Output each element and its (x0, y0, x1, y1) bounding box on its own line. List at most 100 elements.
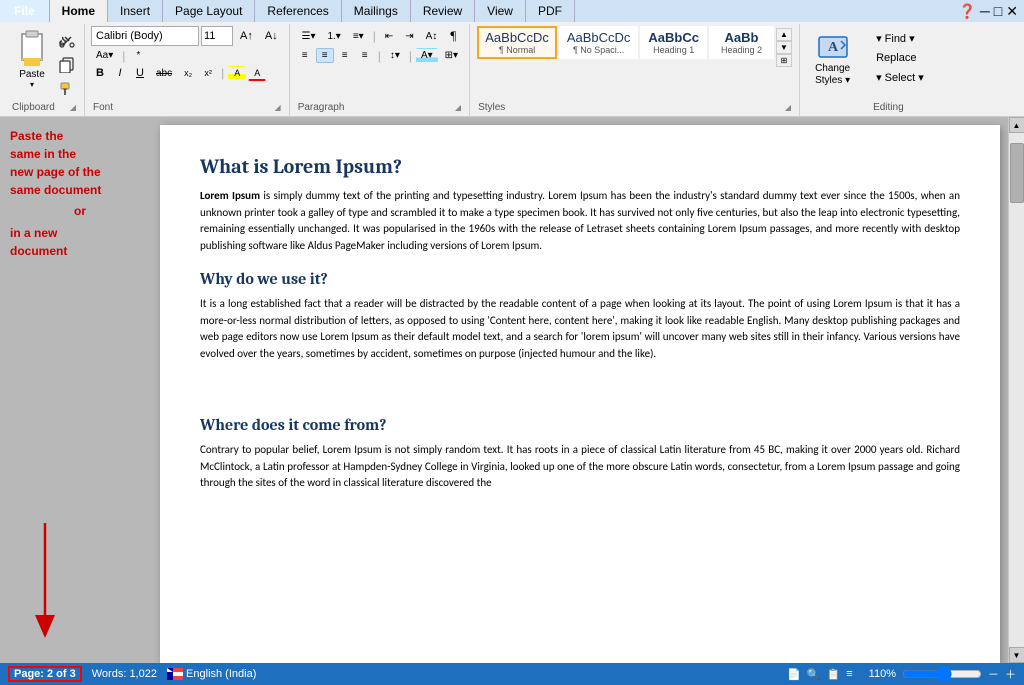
tab-references[interactable]: References (255, 0, 341, 22)
bold-button[interactable]: B (91, 65, 109, 81)
annotation-line5: in a new (10, 226, 57, 240)
styles-expand[interactable]: ◢ (785, 103, 791, 112)
sort-button[interactable]: A↕ (421, 29, 443, 44)
tab-view[interactable]: View (475, 0, 526, 22)
doc-paragraph3: Contrary to popular belief, Lorem Ipsum … (200, 442, 960, 492)
border-button[interactable]: ⊞▾ (440, 48, 463, 63)
font-size-input[interactable] (201, 26, 233, 46)
italic-button[interactable]: I (111, 65, 129, 81)
justify-button[interactable]: ≡ (356, 48, 374, 63)
align-center-button[interactable]: ≡ (316, 48, 334, 63)
superscript-button[interactable]: x² (199, 66, 217, 80)
zoom-out-button[interactable]: － (988, 666, 999, 682)
annotation-line1: Paste the (10, 129, 63, 143)
paste-button[interactable]: Paste ▾ (10, 26, 54, 92)
zoom-in-button[interactable]: ＋ (1005, 666, 1016, 682)
annotation-line4: same document (10, 183, 101, 197)
styles-scroll-down[interactable]: ▼ (776, 41, 792, 54)
window-controls: ❓ ─ □ ✕ (958, 0, 1024, 22)
find-button[interactable]: ▾ Find ▾ (871, 30, 939, 47)
style-no-spacing-preview: AaBbCcDc (567, 30, 631, 45)
minimize-button[interactable]: ─ (980, 3, 990, 19)
bullets-button[interactable]: ☰▾ (296, 29, 320, 44)
styles-group-bottom: Styles ◢ (476, 100, 793, 114)
change-styles-icon: A (817, 31, 849, 63)
multilevel-button[interactable]: ≡▾ (348, 29, 369, 44)
font-grow-button[interactable]: A↑ (235, 28, 258, 44)
tab-pdf[interactable]: PDF (526, 0, 575, 22)
scroll-down-button[interactable]: ▼ (1009, 647, 1024, 663)
styles-scroll-up[interactable]: ▲ (776, 28, 792, 41)
line-spacing-button[interactable]: ↕▾ (385, 48, 405, 63)
zoom-label: 110% (869, 668, 896, 680)
style-normal-preview: AaBbCcDc (485, 30, 549, 45)
editing-group-bottom: Editing (871, 100, 939, 114)
svg-text:A: A (828, 40, 839, 55)
styles-group: AaBbCcDc ¶ Normal AaBbCcDc ¶ No Spaci...… (470, 24, 800, 116)
copy-button[interactable] (56, 54, 78, 76)
increase-indent-button[interactable]: ⇥ (400, 29, 418, 44)
restore-button[interactable]: □ (994, 3, 1002, 19)
text-highlight-button[interactable]: A (228, 66, 246, 80)
style-heading1-label: Heading 1 (648, 45, 699, 55)
paragraph-content: ☰▾ 1.▾ ≡▾ | ⇤ ⇥ A↕ ¶ ≡ ≡ ≡ ≡ | ↕▾ | A▾ ⊞… (296, 26, 463, 100)
status-icon-2[interactable]: 🔍 (807, 668, 821, 681)
doc-heading3: Where does it come from? (200, 416, 960, 434)
change-styles-button[interactable]: A Change Styles ▾ (808, 26, 857, 92)
editing-group: ▾ Find ▾ Replace ▾ Select ▾ Editing (865, 24, 945, 116)
zoom-slider[interactable] (902, 666, 982, 682)
underline-button[interactable]: U (131, 65, 149, 81)
editing-label: Editing (873, 100, 904, 114)
font-name-input[interactable] (91, 26, 199, 46)
paste-dropdown-icon[interactable]: ▾ (30, 80, 34, 89)
tab-review[interactable]: Review (411, 0, 475, 22)
editing-content: ▾ Find ▾ Replace ▾ Select ▾ (871, 26, 939, 100)
status-icon-4[interactable]: ≡ (846, 668, 852, 680)
style-heading1[interactable]: AaBbCc Heading 1 (640, 26, 707, 59)
select-button[interactable]: ▾ Select ▾ (871, 69, 939, 86)
clipboard-expand[interactable]: ◢ (70, 103, 76, 112)
shading-button[interactable]: A▾ (416, 48, 438, 63)
status-icon-3[interactable]: 📋 (827, 668, 841, 681)
styles-scroll[interactable]: ▲ ▼ ⊞ (776, 26, 792, 69)
tab-mailings[interactable]: Mailings (342, 0, 411, 22)
doc-paragraph1: Lorem Ipsum is simply dummy text of the … (200, 188, 960, 254)
paste-icon (16, 30, 48, 68)
tab-insert[interactable]: Insert (108, 0, 163, 22)
paragraph-group: ☰▾ 1.▾ ≡▾ | ⇤ ⇥ A↕ ¶ ≡ ≡ ≡ ≡ | ↕▾ | A▾ ⊞… (290, 24, 470, 116)
help-button[interactable]: ❓ (958, 3, 975, 20)
numbering-button[interactable]: 1.▾ (322, 29, 345, 44)
ribbon-tab-bar: File Home Insert Page Layout References … (0, 0, 1024, 22)
tab-home[interactable]: Home (50, 0, 108, 22)
doc-heading2: Why do we use it? (200, 270, 960, 288)
align-right-button[interactable]: ≡ (336, 48, 354, 63)
show-formatting-button[interactable]: ¶ (444, 26, 462, 46)
replace-button[interactable]: Replace (871, 50, 939, 66)
style-normal[interactable]: AaBbCcDc ¶ Normal (477, 26, 557, 59)
strikethrough-button[interactable]: abc (151, 66, 177, 81)
style-heading2[interactable]: AaBb Heading 2 (709, 26, 774, 59)
status-icon-1[interactable]: 📄 (787, 668, 801, 681)
case-button[interactable]: Aa▾ (91, 48, 118, 63)
scroll-thumb[interactable] (1010, 143, 1024, 203)
align-left-button[interactable]: ≡ (296, 48, 314, 63)
font-expand[interactable]: ◢ (275, 103, 281, 112)
styles-more-button[interactable]: ⊞ (776, 54, 792, 67)
decrease-indent-button[interactable]: ⇤ (380, 29, 398, 44)
font-shrink-button[interactable]: A↓ (260, 28, 283, 44)
subscript-button[interactable]: x₂ (179, 66, 197, 80)
paragraph-expand[interactable]: ◢ (455, 103, 461, 112)
status-page: Page: 2 of 3 (8, 666, 82, 682)
document-page: What is Lorem Ipsum? Lorem Ipsum is simp… (160, 125, 1000, 663)
tab-file[interactable]: File (0, 0, 50, 22)
styles-label: Styles (478, 100, 505, 114)
scroll-up-button[interactable]: ▲ (1009, 117, 1024, 133)
style-no-spacing[interactable]: AaBbCcDc ¶ No Spaci... (559, 26, 639, 59)
annotation-line6: document (10, 244, 67, 258)
cut-button[interactable] (56, 30, 78, 52)
close-button[interactable]: ✕ (1006, 3, 1018, 20)
tab-page-layout[interactable]: Page Layout (163, 0, 255, 22)
text-color-button[interactable]: A (248, 66, 266, 81)
format-painter-button[interactable] (56, 78, 78, 100)
clear-format-button[interactable]: * (129, 48, 147, 63)
